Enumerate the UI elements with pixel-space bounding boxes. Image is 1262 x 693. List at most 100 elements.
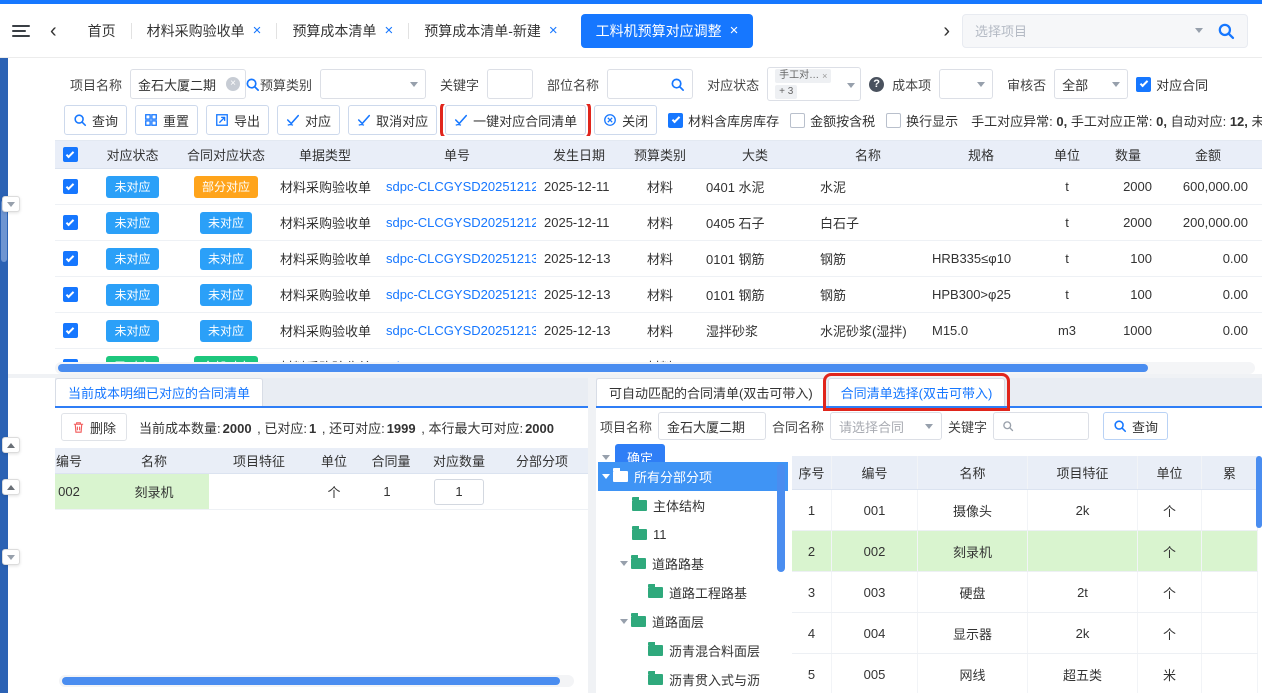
cost-item-select[interactable] [939,69,993,99]
one-key-match-contract-button[interactable]: 一键对应合同清单 [445,105,586,135]
tab-budget-cost-list[interactable]: 预算成本清单× [277,4,408,57]
table-row[interactable]: 未对应 未对应 材料采购验收单 sdpc-CLCGYSD202512130 20… [55,313,1262,349]
project-select[interactable]: 选择项目 [962,14,1248,48]
column-header[interactable]: 项目特征 [1028,456,1138,489]
contract-match-checkbox[interactable]: 对应合同 [1136,75,1208,94]
match-status-multiselect[interactable]: 手工对…× + 3 [767,67,861,101]
column-header[interactable]: 对应数量 [423,448,495,473]
reset-button[interactable]: 重置 [135,105,198,135]
caret-down-icon[interactable] [602,474,610,479]
clear-icon[interactable]: × [226,77,240,91]
column-header[interactable]: 合同量 [359,448,423,473]
tabs-scroll-right-icon[interactable]: › [943,21,950,41]
amount-tax-checkbox[interactable]: 金额按含税 [790,111,875,130]
caret-down-icon[interactable] [620,561,628,566]
column-header[interactable]: 序号 [792,456,832,489]
table-row[interactable]: 5 005 网线 超五类 米 [792,654,1258,693]
project-name-input[interactable]: 金石大厦二期 [658,412,766,440]
wrap-display-checkbox[interactable]: 换行显示 [886,111,958,130]
panel-splitter-vertical[interactable] [588,378,596,693]
chip-close-icon[interactable]: × [822,71,827,82]
unmatch-button[interactable]: 取消对应 [348,105,437,135]
column-header[interactable]: 发生日期 [536,141,622,168]
column-header[interactable]: 对应状态 [85,141,180,168]
splitter-collapse-handle[interactable] [2,196,20,212]
column-header[interactable]: 单位 [309,448,359,473]
delete-button[interactable]: 删除 [61,413,127,441]
select-all-checkbox[interactable] [63,147,78,162]
material-stock-checkbox[interactable]: 材料含库房库存 [668,111,779,130]
doc-no-link[interactable]: sdpc-CLCGYSD202512130 [386,323,536,338]
hamburger-menu-icon[interactable] [12,25,30,37]
vertical-scrollbar-thumb[interactable] [777,464,785,572]
tab-contract-list-select[interactable]: 合同清单选择(双击可带入) [828,378,1006,406]
matched-qty-input[interactable]: 1 [434,479,484,505]
table-row[interactable]: 002 刻录机 个 1 1 [55,474,588,510]
checkbox[interactable] [886,113,901,128]
row-checkbox[interactable] [63,251,78,266]
table-row[interactable]: 3 003 硬盘 2t 个 [792,572,1258,613]
splitter-collapse-handle[interactable] [2,437,20,453]
column-header[interactable]: 金额 [1160,141,1256,168]
column-header[interactable]: 单号 [378,141,536,168]
checkbox[interactable] [668,113,683,128]
splitter-collapse-handle[interactable] [2,479,20,495]
audit-select[interactable]: 全部 [1054,69,1128,99]
checkbox[interactable] [790,113,805,128]
query-button[interactable]: 查询 [1103,412,1168,440]
location-input[interactable] [607,69,693,99]
help-icon[interactable]: ? [869,77,884,92]
column-header[interactable]: 名称 [99,448,209,473]
tab-budget-cost-list-new[interactable]: 预算成本清单-新建× [409,4,572,57]
tab-budget-match-adjust[interactable]: 工料机预算对应调整× [581,14,754,48]
column-header[interactable]: 累 [1202,456,1258,489]
column-header[interactable]: 编号 [832,456,918,489]
tree-item[interactable]: 沥青贯入式与沥 [598,665,788,693]
search-icon[interactable] [670,77,685,92]
close-icon[interactable]: × [549,23,558,38]
tree-item[interactable]: 道路工程路基 [598,578,788,607]
table-row[interactable]: 未对应 未对应 材料采购验收单 sdpc-CLCGYSD202512120 20… [55,205,1262,241]
table-row[interactable]: 未对应 未对应 材料采购验收单 sdpc-CLCGYSD202512130 20… [55,241,1262,277]
tree-item[interactable]: 道路面层 [598,607,788,636]
vertical-scrollbar-thumb[interactable] [1256,456,1262,528]
horizontal-scrollbar[interactable] [55,362,1255,374]
checkbox[interactable] [1136,77,1151,92]
splitter-collapse-handle[interactable] [2,549,20,565]
scrollbar-thumb[interactable] [62,677,560,685]
column-header[interactable]: 规格 [924,141,1038,168]
left-collapsed-sidebar[interactable] [0,58,8,693]
tree-item[interactable]: 沥青混合料面层 [598,636,788,665]
column-header[interactable]: 单位 [1038,141,1096,168]
tabs-scroll-left-icon[interactable]: ‹ [50,21,57,41]
horizontal-scrollbar[interactable] [59,675,574,687]
doc-no-link[interactable]: sdpc-CLCGYSD202512120 [386,215,536,230]
tree-item[interactable]: 11 [598,520,788,549]
close-icon[interactable]: × [730,23,739,38]
row-checkbox[interactable] [63,179,78,194]
column-header[interactable]: 名称 [812,141,924,168]
query-button[interactable]: 查询 [64,105,127,135]
column-header[interactable]: 名称 [918,456,1028,489]
contract-select[interactable]: 请选择合同 [830,412,942,440]
column-header[interactable]: 编号 [55,448,99,473]
tab-home[interactable]: 首页 [73,4,131,57]
table-row[interactable]: 已对应 全部对应 材料采购验收单 sdpc-CLCGYSD202512130 2… [55,349,1262,362]
tree-item-all-sections[interactable]: 所有分部分项 [598,462,788,491]
table-row[interactable]: 1 001 摄像头 2k 个 [792,490,1258,531]
keyword-input[interactable] [487,69,533,99]
budget-type-select[interactable] [320,69,426,99]
column-header[interactable]: 项目特征 [209,448,309,473]
column-header[interactable]: 合同对应状态 [180,141,272,168]
status-chip[interactable]: 手工对…× [775,69,831,83]
tree-item[interactable]: 道路路基 [598,549,788,578]
tree-item[interactable]: 主体结构 [598,491,788,520]
close-icon[interactable]: × [253,23,262,38]
project-name-input[interactable]: 金石大厦二期 × [130,69,246,99]
table-row-selected[interactable]: 2 002 刻录机 个 [792,531,1258,572]
close-button[interactable]: 关闭 [594,105,657,135]
column-header[interactable]: 预算类别 [622,141,698,168]
search-icon[interactable] [245,77,260,92]
table-row[interactable]: 4 004 显示器 2k 个 [792,613,1258,654]
column-header[interactable]: 单位 [1138,456,1202,489]
